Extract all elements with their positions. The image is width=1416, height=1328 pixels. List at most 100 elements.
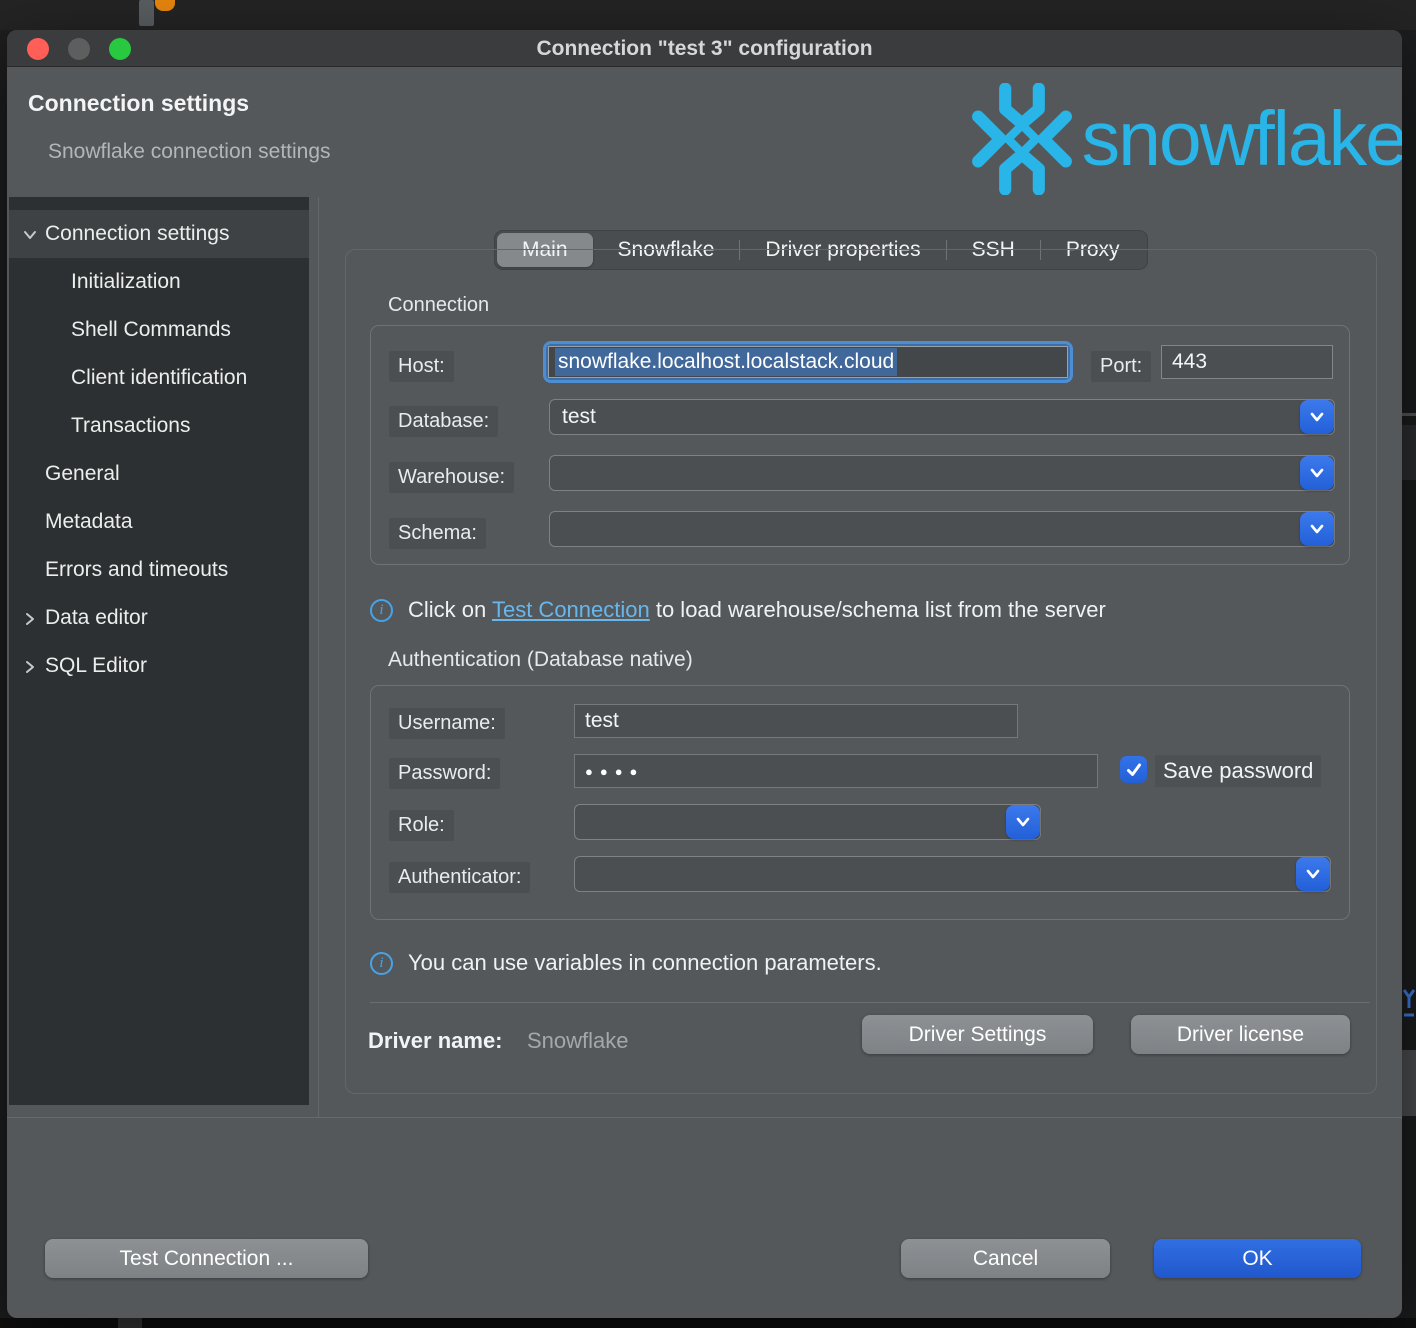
sidebar-item-transactions[interactable]: Transactions xyxy=(9,402,309,450)
authentication-groupbox: Username: test Password: ●●●● Save passw… xyxy=(370,685,1350,920)
warehouse-dropdown-button[interactable] xyxy=(1300,456,1334,490)
password-dots: ●●●● xyxy=(585,764,644,779)
driver-license-button[interactable]: Driver license xyxy=(1131,1015,1350,1054)
sidebar-item-connection-settings[interactable]: Connection settings xyxy=(9,210,309,258)
host-input[interactable]: snowflake.localhost.localstack.cloud xyxy=(543,341,1073,383)
sidebar-item-errors-and-timeouts[interactable]: Errors and timeouts xyxy=(9,546,309,594)
sidebar-item-initialization[interactable]: Initialization xyxy=(9,258,309,306)
background-fragment xyxy=(1402,425,1416,480)
background-fragment xyxy=(118,1318,142,1328)
save-password-checkbox[interactable] xyxy=(1120,756,1147,783)
sidebar-item-label: SQL Editor xyxy=(45,654,147,678)
titlebar[interactable]: Connection "test 3" configuration xyxy=(7,30,1402,67)
chevron-down-icon xyxy=(1309,410,1325,424)
window-title: Connection "test 3" configuration xyxy=(7,30,1402,67)
chevron-down-icon xyxy=(1015,815,1031,829)
hint-prefix: Click on xyxy=(408,597,492,622)
driver-name-value: Snowflake xyxy=(527,1028,629,1054)
page-subtitle: Snowflake connection settings xyxy=(48,140,331,164)
background-fragment xyxy=(1402,1050,1416,1116)
sidebar-item-label: Client identification xyxy=(71,366,247,390)
driver-settings-button[interactable]: Driver Settings xyxy=(862,1015,1093,1054)
background-fragment xyxy=(1402,413,1416,416)
database-dropdown-button[interactable] xyxy=(1300,400,1334,434)
sidebar-item-shell-commands[interactable]: Shell Commands xyxy=(9,306,309,354)
chevron-right-icon xyxy=(22,659,38,675)
chevron-down-icon xyxy=(1309,522,1325,536)
schema-dropdown-button[interactable] xyxy=(1300,512,1334,546)
sidebar-item-sql-editor[interactable]: SQL Editor xyxy=(9,642,309,690)
sidebar-item-label: General xyxy=(45,462,120,486)
sidebar-item-label: Metadata xyxy=(45,510,133,534)
database-combo[interactable]: test xyxy=(549,399,1335,435)
role-combo[interactable] xyxy=(574,804,1041,840)
footer-divider xyxy=(7,1117,1402,1118)
variables-hint: i You can use variables in connection pa… xyxy=(370,950,882,976)
sidebar-item-general[interactable]: General xyxy=(9,450,309,498)
chevron-right-icon xyxy=(22,611,38,627)
database-combo-value: test xyxy=(562,400,596,434)
host-label: Host: xyxy=(389,351,454,382)
authenticator-combo[interactable] xyxy=(574,856,1331,892)
close-button[interactable] xyxy=(27,38,49,60)
authenticator-dropdown-button[interactable] xyxy=(1296,857,1330,891)
sidebar-item-label: Errors and timeouts xyxy=(45,558,228,582)
snowflake-logo: snowflake xyxy=(966,78,1402,200)
background-toolbar-fragment xyxy=(139,0,154,26)
database-label: Database: xyxy=(389,406,498,437)
authenticator-label: Authenticator: xyxy=(389,862,530,893)
chevron-down-icon xyxy=(1305,867,1321,881)
hint-text: You can use variables in connection para… xyxy=(408,950,882,976)
ok-button[interactable]: OK xyxy=(1154,1239,1361,1278)
background-orange-icon xyxy=(155,0,175,11)
background-app-strip xyxy=(0,0,1416,30)
driver-divider xyxy=(370,1002,1370,1003)
schema-combo[interactable] xyxy=(549,511,1335,547)
settings-sidebar: Connection settings Initialization Shell C… xyxy=(9,197,309,1105)
hint-suffix: to load warehouse/schema list from the s… xyxy=(650,597,1106,622)
username-label: Username: xyxy=(389,708,505,739)
password-label: Password: xyxy=(389,758,500,789)
chevron-down-icon xyxy=(1309,466,1325,480)
test-connection-hint: i Click on Test Connection to load wareh… xyxy=(370,597,1106,623)
chevron-down-icon xyxy=(22,227,38,243)
sidebar-item-client-identification[interactable]: Client identification xyxy=(9,354,309,402)
schema-label: Schema: xyxy=(389,518,486,549)
test-connection-link[interactable]: Test Connection xyxy=(492,597,650,622)
test-connection-button[interactable]: Test Connection ... xyxy=(45,1239,368,1278)
sidebar-item-data-editor[interactable]: Data editor xyxy=(9,594,309,642)
host-input-value: snowflake.localhost.localstack.cloud xyxy=(555,348,897,376)
minimize-button xyxy=(68,38,90,60)
sidebar-item-metadata[interactable]: Metadata xyxy=(9,498,309,546)
sidebar-item-label: Data editor xyxy=(45,606,148,630)
snowflake-logo-icon xyxy=(966,83,1078,195)
background-bottom-strip xyxy=(0,1318,1416,1328)
snowflake-wordmark: snowflake xyxy=(1082,95,1402,184)
info-icon: i xyxy=(370,952,393,975)
role-label: Role: xyxy=(389,810,454,841)
sidebar-item-label: Initialization xyxy=(71,270,181,294)
check-icon xyxy=(1125,762,1143,778)
connection-configuration-dialog: Connection "test 3" configuration Connec… xyxy=(7,30,1402,1318)
save-password-label: Save password xyxy=(1155,755,1321,787)
authentication-section-label: Authentication (Database native) xyxy=(388,648,693,672)
hint-text: Click on Test Connection to load warehou… xyxy=(408,597,1106,623)
port-input[interactable]: 443 xyxy=(1161,345,1333,379)
connection-groupbox: Host: snowflake.localhost.localstack.clo… xyxy=(370,325,1350,565)
username-input[interactable]: test xyxy=(574,704,1018,738)
warehouse-combo[interactable] xyxy=(549,455,1335,491)
zoom-button[interactable] xyxy=(109,38,131,60)
page-title: Connection settings xyxy=(28,90,249,117)
driver-name-label: Driver name: xyxy=(368,1028,503,1054)
cancel-button[interactable]: Cancel xyxy=(901,1239,1110,1278)
password-input[interactable]: ●●●● xyxy=(574,754,1098,788)
sidebar-divider xyxy=(318,197,319,1117)
sidebar-item-label: Shell Commands xyxy=(71,318,231,342)
sidebar-item-label: Transactions xyxy=(71,414,190,438)
warehouse-label: Warehouse: xyxy=(389,462,514,493)
background-blue-glyph xyxy=(1403,988,1415,1024)
background-right-strip xyxy=(1402,30,1416,1318)
connection-section-label: Connection xyxy=(388,294,489,317)
info-icon: i xyxy=(370,599,393,622)
role-dropdown-button[interactable] xyxy=(1006,805,1040,839)
